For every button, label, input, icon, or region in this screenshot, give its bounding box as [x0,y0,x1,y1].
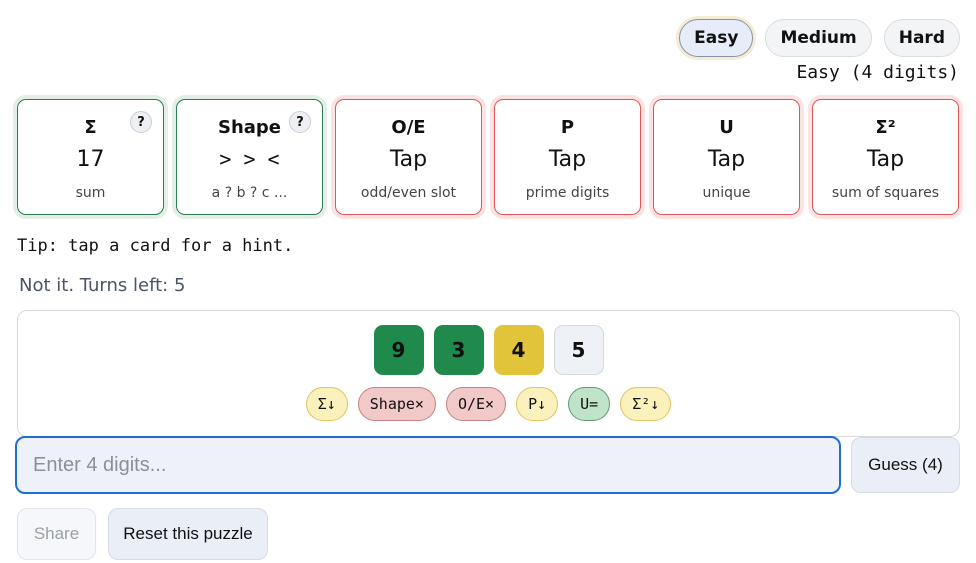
feedback-chip-sum: Σ↓ [305,387,348,421]
guess-tiles: 9 3 4 5 [18,325,959,375]
card-desc: prime digits [525,185,610,201]
card-value: Tap [389,147,428,172]
card-title: Shape [217,117,282,138]
feedback-chips: Σ↓ Shape× O/E× P↓ U= Σ²↓ [18,387,959,421]
card-title: P [560,117,575,138]
difficulty-easy-button[interactable]: Easy [679,19,754,57]
mode-label: Easy (4 digits) [796,62,959,83]
constraint-cards: Σ 17 sum ? Shape > > < a ? b ? c ... ? O… [17,99,959,215]
digit-tile: 4 [493,325,544,375]
help-icon[interactable]: ? [289,111,311,133]
digit-tile: 9 [373,325,424,375]
guess-history-panel: 9 3 4 5 Σ↓ Shape× O/E× P↓ U= Σ²↓ [17,310,960,437]
share-button[interactable]: Share [17,508,96,560]
guess-input[interactable] [15,436,841,494]
card-desc: sum of squares [831,185,940,201]
feedback-chip-prime: P↓ [516,387,559,421]
digit-tile: 5 [553,325,604,375]
status-text: Not it. Turns left: 5 [19,275,186,296]
help-icon[interactable]: ? [130,111,152,133]
card-odd-even[interactable]: O/E Tap odd/even slot [335,99,482,215]
feedback-chip-shape: Shape× [357,387,436,421]
digit-tile: 3 [433,325,484,375]
reset-puzzle-button[interactable]: Reset this puzzle [108,508,268,560]
card-title: O/E [391,117,426,138]
card-desc: sum [75,185,106,201]
tip-text: Tip: tap a card for a hint. [17,236,294,256]
card-sum[interactable]: Σ 17 sum ? [17,99,164,215]
feedback-chip-sum-of-squares: Σ²↓ [620,387,672,421]
card-title: U [719,117,734,138]
card-value: 17 [76,147,105,172]
card-value: Tap [707,147,746,172]
card-desc: odd/even slot [360,185,457,201]
guess-button[interactable]: Guess (4) [851,437,960,493]
card-prime[interactable]: P Tap prime digits [494,99,641,215]
card-title: Σ [84,117,97,138]
card-unique[interactable]: U Tap unique [653,99,800,215]
card-desc: unique [702,185,751,201]
card-value: Tap [866,147,905,172]
difficulty-hard-button[interactable]: Hard [883,19,960,57]
card-sum-of-squares[interactable]: Σ² Tap sum of squares [812,99,959,215]
feedback-chip-odd-even: O/E× [445,387,507,421]
card-value: > > < [219,147,280,171]
difficulty-medium-button[interactable]: Medium [765,19,872,57]
card-shape[interactable]: Shape > > < a ? b ? c ... ? [176,99,323,215]
card-title: Σ² [875,117,896,138]
card-desc: a ? b ? c ... [211,185,288,201]
difficulty-selector: Easy Medium Hard [679,19,960,57]
card-value: Tap [548,147,587,172]
feedback-chip-unique: U= [568,387,611,421]
